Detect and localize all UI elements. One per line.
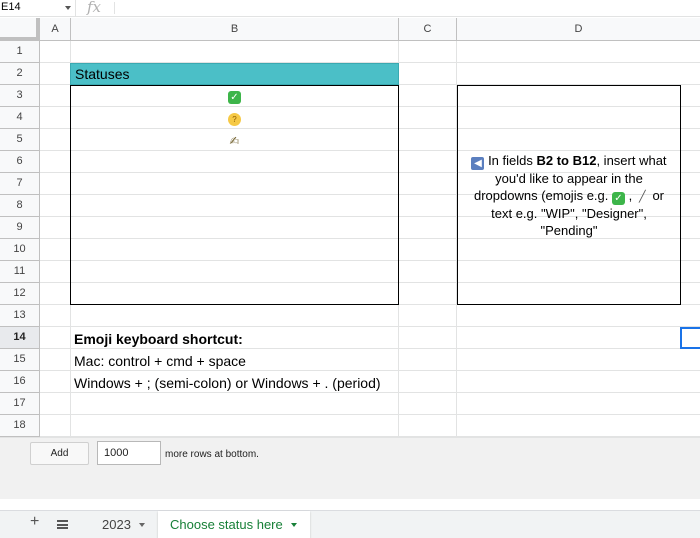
shortcut-mac[interactable]: Mac: control + cmd + space	[74, 350, 246, 372]
column-header-a[interactable]: A	[40, 18, 71, 41]
row-header-7[interactable]: 7	[0, 173, 40, 195]
add-rows-button[interactable]: Add	[30, 442, 89, 465]
fx-icon: fx	[87, 0, 102, 16]
shortcut-title[interactable]: Emoji keyboard shortcut:	[74, 328, 243, 350]
left-arrow-icon: ◀	[471, 156, 485, 170]
add-sheet-icon[interactable]: +	[30, 513, 39, 531]
row-header-9[interactable]: 9	[0, 217, 40, 239]
row-header-1[interactable]: 1	[0, 41, 40, 63]
sheet-tab-choose-status[interactable]: Choose status here	[158, 511, 310, 538]
column-header-b[interactable]: B	[71, 18, 399, 41]
row-header-3[interactable]: 3	[0, 85, 40, 107]
row-header-14[interactable]: 14	[0, 327, 40, 349]
statuses-list: ✓ ? ✍	[70, 85, 399, 305]
row-header-16[interactable]: 16	[0, 371, 40, 393]
row-header-15[interactable]: 15	[0, 349, 40, 371]
thinking-face-emoji-icon: ?	[228, 113, 241, 127]
row-header-8[interactable]: 8	[0, 195, 40, 217]
status-item-thinking[interactable]: ?	[71, 108, 398, 130]
chevron-down-icon[interactable]	[290, 523, 297, 527]
writing-hand-emoji-icon: ✍	[229, 134, 240, 149]
status-item-writing[interactable]: ✍	[71, 130, 398, 152]
select-all-corner[interactable]	[0, 18, 40, 41]
sheet-tab-2023[interactable]: 2023	[90, 511, 158, 538]
formula-bar: E14 fx	[0, 0, 700, 17]
grid-line	[40, 326, 700, 327]
shortcut-windows[interactable]: Windows + ; (semi-colon) or Windows + . …	[74, 372, 381, 394]
row-header-13[interactable]: 13	[0, 305, 40, 327]
range-text: B2 to B12	[536, 152, 597, 168]
all-sheets-menu-icon[interactable]	[57, 520, 68, 529]
status-item-check[interactable]: ✓	[71, 86, 398, 108]
row-header-12[interactable]: 12	[0, 283, 40, 305]
row-header-2[interactable]: 2	[0, 63, 40, 85]
chevron-down-icon[interactable]	[65, 6, 71, 10]
row-header-5[interactable]: 5	[0, 129, 40, 151]
divider	[114, 2, 115, 14]
row-header-6[interactable]: 6	[0, 151, 40, 173]
check-mark-emoji-icon: ✓	[228, 91, 241, 105]
instructions-cell[interactable]: ◀ In fields B2 to B12, insert what you'd…	[457, 85, 681, 305]
column-header-c[interactable]: C	[399, 18, 457, 41]
row-header-10[interactable]: 10	[0, 239, 40, 261]
statuses-header-cell[interactable]: Statuses	[70, 63, 399, 85]
name-box-value: E14	[1, 1, 21, 13]
grid-line	[40, 414, 700, 415]
row-header-17[interactable]: 17	[0, 393, 40, 415]
check-mark-emoji-icon: ✓	[612, 191, 625, 205]
add-rows-label: more rows at bottom.	[165, 449, 259, 460]
row-header-4[interactable]: 4	[0, 107, 40, 129]
paintbrush-emoji-icon: ╱	[639, 190, 646, 203]
row-header-18[interactable]: 18	[0, 415, 40, 437]
name-box[interactable]: E14	[0, 0, 76, 16]
instructions-text: ◀ In fields B2 to B12, insert what you'd…	[464, 152, 674, 239]
chevron-down-icon[interactable]	[138, 523, 145, 527]
row-header-11[interactable]: 11	[0, 261, 40, 283]
rows-count-input[interactable]: 1000	[97, 441, 161, 465]
column-header-d[interactable]: D	[457, 18, 700, 41]
selected-cell[interactable]	[680, 327, 700, 349]
